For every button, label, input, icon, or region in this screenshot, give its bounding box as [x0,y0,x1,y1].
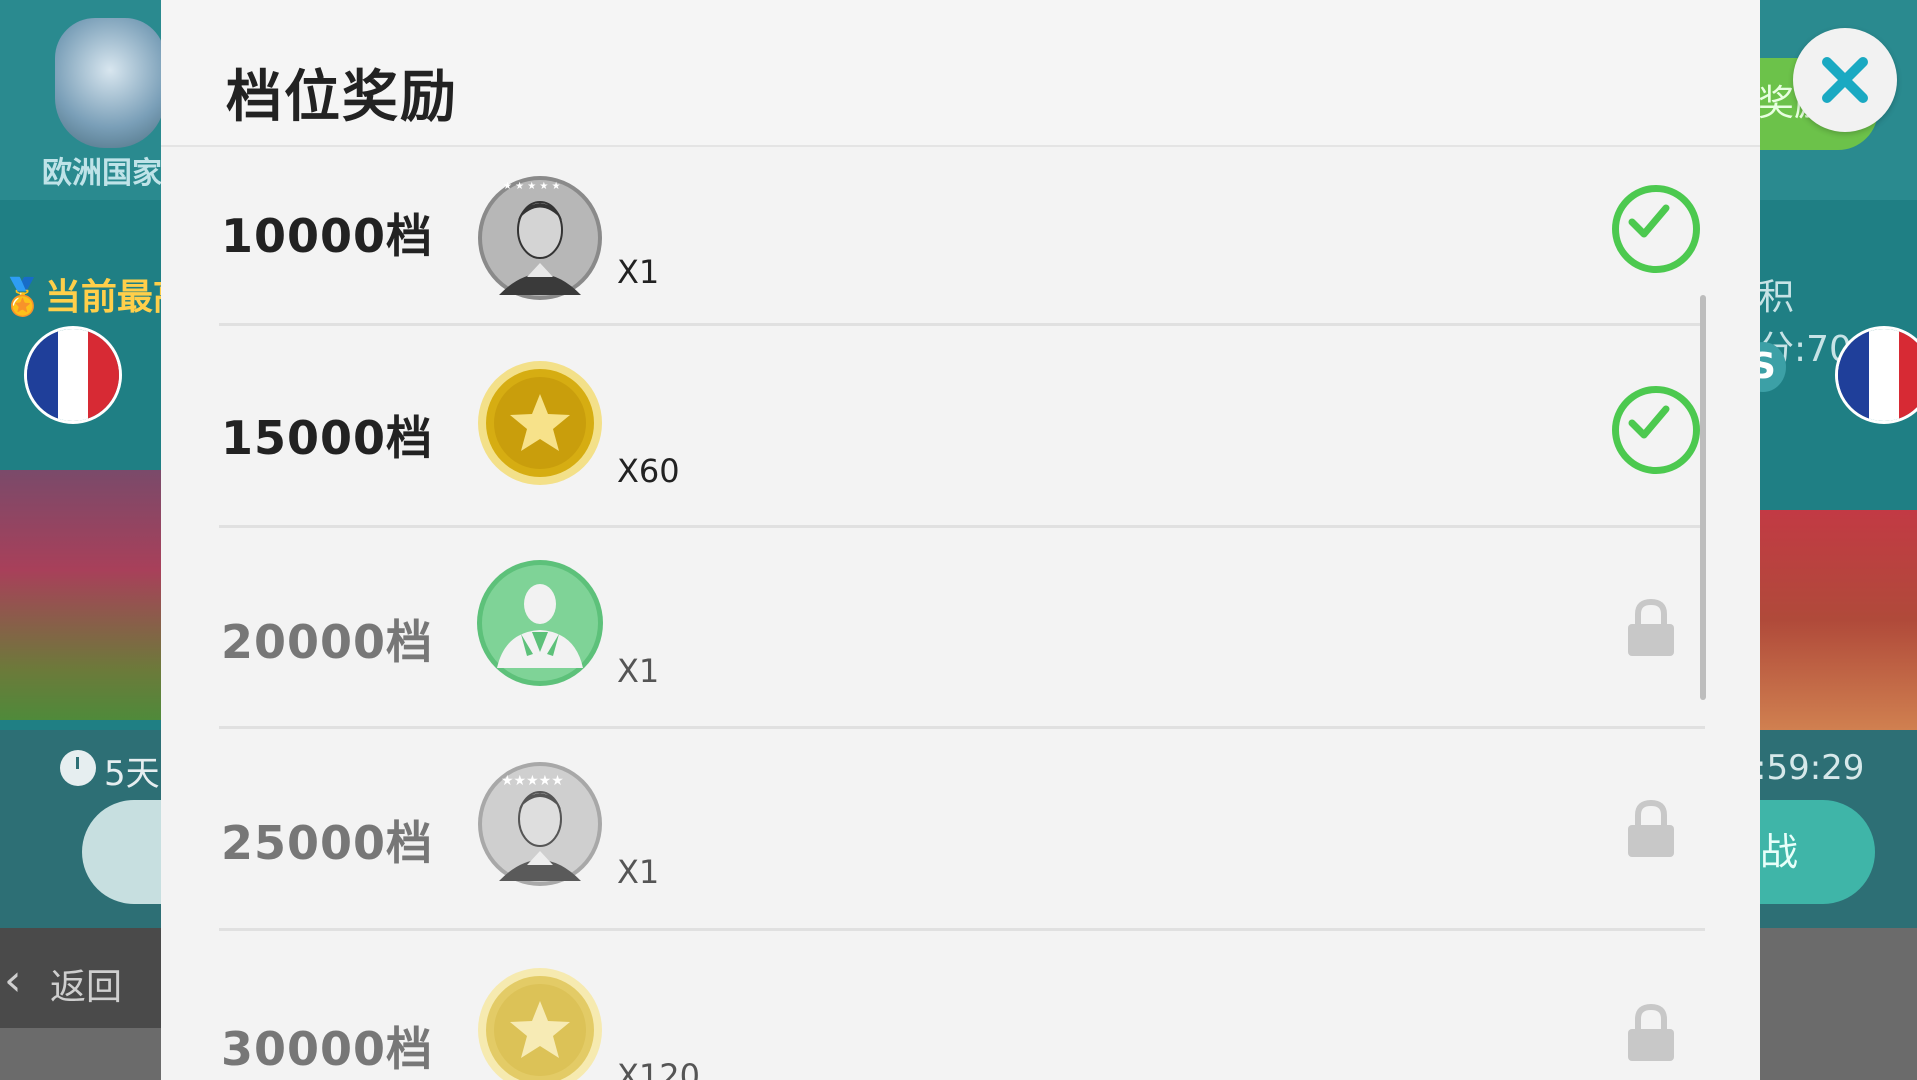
reward-quantity: X1 [617,853,660,891]
player-card-icon[interactable]: ★★★★★ [477,761,603,887]
tier-label: 10000档 [221,209,434,263]
close-icon [1822,57,1868,103]
player-card-icon[interactable]: ★ ★ ★ ★ ★ [477,175,603,301]
tier-row: 30000档 X120 [161,931,1760,1080]
france-flag-icon [24,326,122,424]
tier-row: 20000档 X1 [161,528,1760,728]
reward-quantity: X60 [617,452,680,490]
reward-quantity: X120 [617,1057,700,1080]
lock-icon [1626,799,1676,859]
trophy-icon [55,18,165,148]
tier-label: 15000档 [221,411,434,465]
tier-label: 25000档 [221,816,434,870]
gold-star-coin-icon[interactable] [477,967,603,1080]
close-button[interactable] [1793,28,1897,132]
gold-star-coin-icon[interactable] [477,360,603,486]
lock-icon [1626,1003,1676,1063]
tier-rewards-modal: 档位奖励 10000档 ★ ★ ★ ★ ★ X1 15000档 X60 2000… [161,0,1760,1080]
lock-icon [1626,598,1676,658]
tier-row: 25000档 ★★★★★ X1 [161,729,1760,929]
back-label: 返回 [50,967,123,1008]
svg-text:★★★★★: ★★★★★ [501,773,564,789]
modal-header: 档位奖励 [161,0,1760,147]
scrollbar[interactable] [1700,295,1706,700]
tier-label: 20000档 [221,615,434,669]
countdown-time: :59:29 [1755,748,1865,788]
bg-stadium-right [1757,510,1917,730]
svg-text:★ ★ ★ ★ ★: ★ ★ ★ ★ ★ [503,181,561,192]
tier-label: 30000档 [221,1022,434,1076]
back-chevron-icon: ‹ [4,955,22,1006]
reward-quantity: X1 [617,652,660,690]
countdown-days: 5天 [104,754,160,794]
claimed-check-icon [1612,185,1700,273]
coach-icon[interactable] [477,560,603,686]
modal-title: 档位奖励 [226,65,458,130]
reward-quantity: X1 [617,253,660,291]
bg-stadium-left [0,470,170,720]
claimed-check-icon [1612,386,1700,474]
event-name: 欧洲国家 [42,156,162,191]
clock-icon [60,750,96,786]
tier-row: 10000档 ★ ★ ★ ★ ★ X1 [161,145,1760,345]
tier-row: 15000档 X60 [161,326,1760,526]
